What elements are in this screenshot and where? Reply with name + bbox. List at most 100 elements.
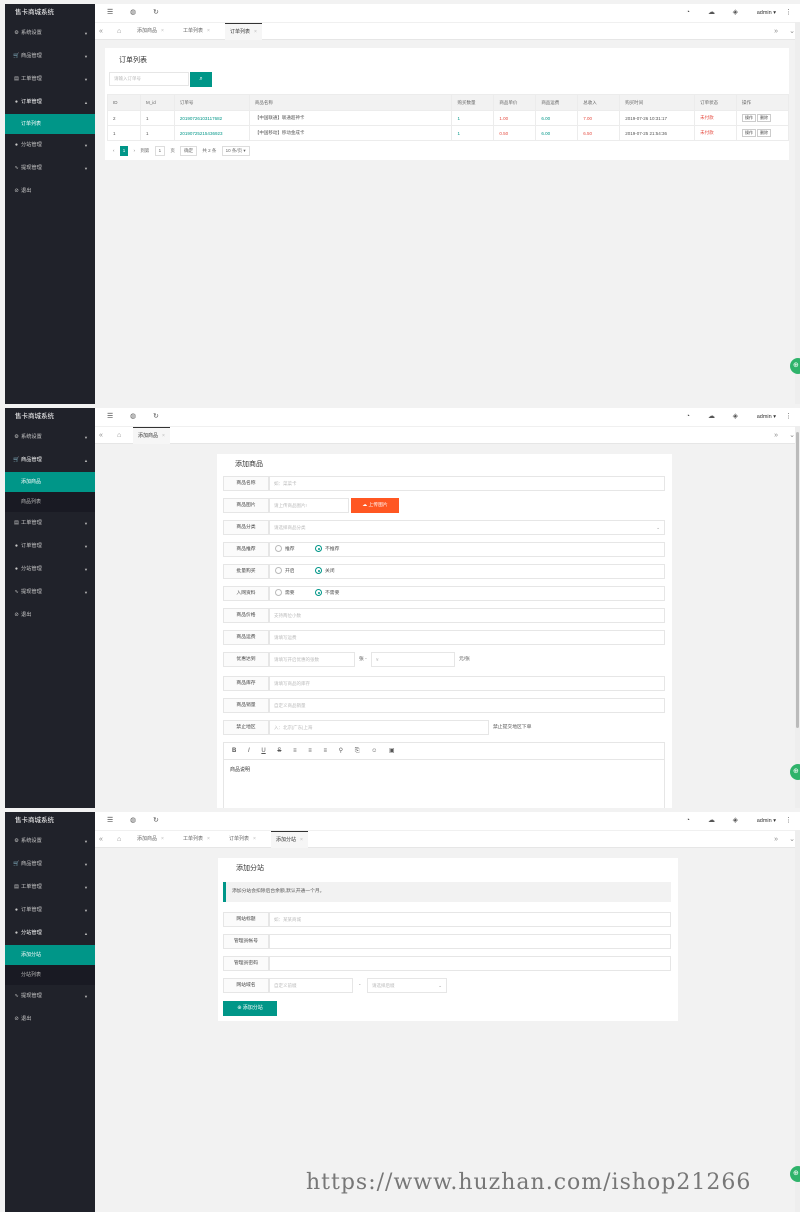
nav-logout[interactable]: ⊘ 退出 [5, 604, 95, 627]
close-icon[interactable]: × [254, 29, 257, 35]
close-icon[interactable]: × [207, 836, 210, 842]
globe-icon[interactable]: ◍ [130, 4, 136, 22]
tabs-scroll-right-icon[interactable]: » [774, 23, 778, 40]
tab-ticket-list[interactable]: 工单列表 × [183, 831, 210, 848]
goods-sales-input[interactable]: 自定义商品销量 [269, 698, 665, 713]
page-current[interactable]: 1 [119, 146, 129, 156]
page-jump-input[interactable]: 1 [154, 146, 166, 156]
table-row[interactable]: 1 1 20190725215436923 【中国移动】移动金成卡 1 0.50… [107, 125, 789, 141]
tabs-scroll-right-icon[interactable]: » [774, 427, 778, 444]
page-size-select[interactable]: 10 条/页 ▾ [221, 146, 250, 156]
nav-order-management[interactable]: ● 订单管理 ▼ [5, 899, 95, 922]
discount-amount-input[interactable]: ¥ [371, 652, 455, 667]
refresh-icon[interactable]: ↻ [153, 4, 159, 22]
description-editor[interactable]: B I U S ≡ ≡ ≡ ⚲ ⎘ ☺ ▣ 商品说明 [223, 742, 665, 808]
domain-suffix-select[interactable]: 请选择后缀 ⌄ [367, 978, 447, 993]
bold-icon[interactable]: B [232, 748, 236, 754]
radio-info-not-required[interactable]: 不需要 [315, 589, 339, 598]
col-mid[interactable]: M_id [139, 94, 175, 111]
col-quantity[interactable]: 购买数量 [451, 94, 495, 111]
tabs-scroll-left-icon[interactable]: « [99, 23, 103, 40]
tabs-scroll-right-icon[interactable]: » [774, 831, 778, 848]
home-icon[interactable]: ⌂ [117, 23, 121, 40]
underline-icon[interactable]: U [261, 748, 265, 754]
chat-float-icon[interactable]: ⊕ [790, 1166, 800, 1182]
tab-ticket-list[interactable]: 工单列表 × [183, 23, 210, 40]
tabs-scroll-left-icon[interactable]: « [99, 831, 103, 848]
goods-image-input[interactable]: 请上传商品图片! [269, 498, 349, 513]
nav-order-management[interactable]: ● 订单管理 ▲ [5, 91, 95, 114]
nav-sub-order-list[interactable]: 订单列表 [5, 114, 95, 134]
nav-goods-management[interactable]: 🛒商品管理 ▼ [5, 45, 95, 68]
notification-icon[interactable]: ◔ [686, 408, 690, 426]
strikethrough-icon[interactable]: S [277, 748, 281, 754]
tag-icon[interactable]: ◈ [733, 812, 738, 830]
italic-icon[interactable]: I [248, 748, 250, 754]
image-icon[interactable]: ▣ [389, 748, 395, 754]
align-left-icon[interactable]: ≡ [293, 748, 297, 754]
delete-button[interactable]: 删除 [757, 129, 771, 137]
order-search-input[interactable]: 请输入订单号 [109, 72, 189, 86]
chat-float-icon[interactable]: ⊕ [790, 358, 800, 374]
col-total[interactable]: 总收入 [577, 94, 621, 111]
col-status[interactable]: 订单状态 [694, 94, 737, 111]
nav-withdraw-management[interactable]: ∿ 提现管理 ▼ [5, 157, 95, 180]
nav-system-settings[interactable]: ⚙ 系统设置 ▼ [5, 22, 95, 45]
close-icon[interactable]: × [300, 837, 303, 843]
nav-logout[interactable]: ⊘ 退出 [5, 1008, 95, 1031]
scrollbar[interactable] [795, 830, 800, 1212]
admin-menu[interactable]: admin ▾ [757, 4, 776, 22]
goods-shipping-input[interactable]: 请填写运费 [269, 630, 665, 645]
prev-page-icon[interactable]: ‹ [113, 146, 115, 156]
nav-substation-management[interactable]: ● 分站管理 ▼ [5, 134, 95, 157]
col-order-no[interactable]: 订单号 [173, 94, 250, 111]
nav-ticket-management[interactable]: ▤ 工单管理 ▼ [5, 68, 95, 91]
theme-icon[interactable]: ☁ [708, 812, 715, 830]
scrollbar[interactable] [795, 22, 800, 404]
radio-info-required[interactable]: 需要 [275, 589, 295, 598]
operate-button[interactable]: 操作 [742, 114, 756, 122]
goods-category-select[interactable]: 请选择商品分类 ⌄ [269, 520, 665, 535]
nav-ticket-management[interactable]: ▤ 工单管理 ▼ [5, 512, 95, 535]
menu-toggle-icon[interactable]: ☰ [107, 408, 113, 426]
scrollbar[interactable] [795, 426, 800, 808]
tab-order-list[interactable]: 订单列表 × [229, 831, 256, 848]
radio-recommend[interactable]: 推荐 [275, 545, 295, 554]
menu-toggle-icon[interactable]: ☰ [107, 812, 113, 830]
col-unit-price[interactable]: 商品单价 [493, 94, 537, 111]
admin-password-input[interactable] [269, 956, 671, 971]
nav-logout[interactable]: ⊘ 退出 [5, 180, 95, 203]
notification-icon[interactable]: ◔ [686, 4, 690, 22]
close-icon[interactable]: × [161, 836, 164, 842]
banned-region-input[interactable]: 入：北京|广东|上海 [269, 720, 489, 735]
tab-order-list[interactable]: 订单列表 × [225, 23, 262, 40]
nav-goods-management[interactable]: 🛒商品管理 ▲ [5, 449, 95, 472]
tag-icon[interactable]: ◈ [733, 408, 738, 426]
radio-bulk-on[interactable]: 开启 [275, 567, 295, 576]
radio-bulk-off[interactable]: 关闭 [315, 567, 335, 576]
admin-menu[interactable]: admin ▾ [757, 812, 776, 830]
close-icon[interactable]: × [162, 433, 165, 439]
operate-button[interactable]: 操作 [742, 129, 756, 137]
goods-stock-input[interactable]: 请填写商品的库存 [269, 676, 665, 691]
close-icon[interactable]: × [207, 28, 210, 34]
close-icon[interactable]: × [161, 28, 164, 34]
align-center-icon[interactable]: ≡ [308, 748, 312, 754]
discount-count-input[interactable]: 请填写开启优惠的张数 [269, 652, 355, 667]
home-icon[interactable]: ⌂ [117, 427, 121, 444]
more-vertical-icon[interactable]: ⋮ [785, 408, 792, 426]
tab-add-goods[interactable]: 添加商品 × [133, 427, 170, 444]
theme-icon[interactable]: ☁ [708, 408, 715, 426]
globe-icon[interactable]: ◍ [130, 408, 136, 426]
col-id[interactable]: ID [107, 94, 141, 111]
table-row[interactable]: 2 1 20190726103117682 【中国联通】联通超神卡 1 1.00… [107, 110, 789, 126]
admin-account-input[interactable] [269, 934, 671, 949]
unlink-icon[interactable]: ⎘ [355, 748, 360, 754]
nav-substation-management[interactable]: ● 分站管理 ▲ [5, 922, 95, 945]
add-substation-button[interactable]: ⊕ 添加分站 [223, 1001, 277, 1016]
tab-add-goods[interactable]: 添加商品 × [137, 23, 164, 40]
tab-add-substation[interactable]: 添加分站 × [271, 831, 308, 848]
tag-icon[interactable]: ◈ [733, 4, 738, 22]
site-title-input[interactable]: 如：某某商城 [269, 912, 671, 927]
upload-image-button[interactable]: ☁ 上传图片 [351, 498, 399, 513]
